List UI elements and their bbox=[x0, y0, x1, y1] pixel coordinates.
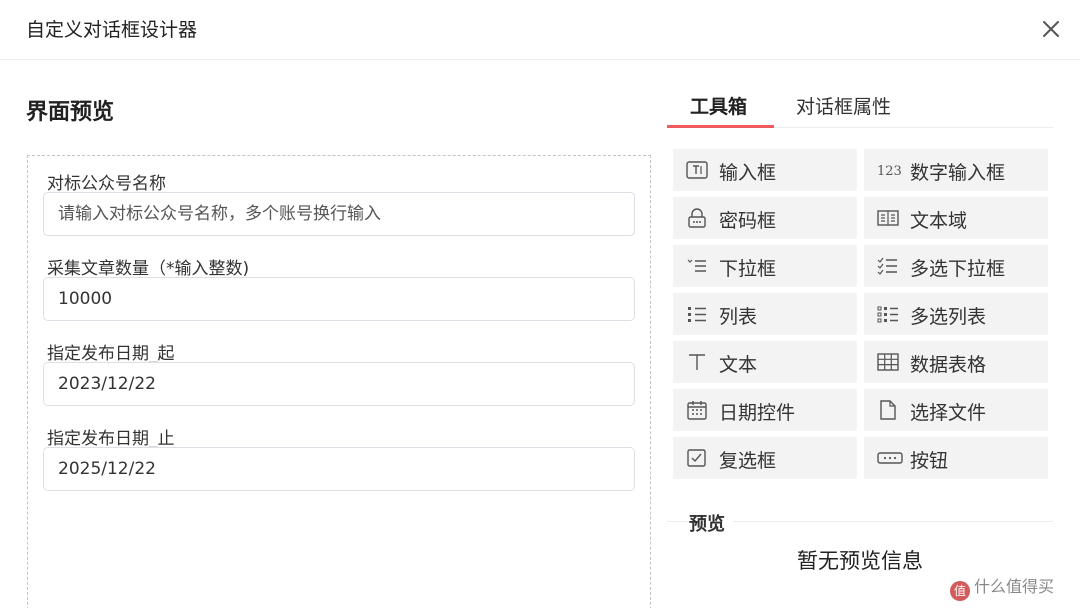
tool-input-box[interactable]: 输入框 bbox=[673, 149, 857, 191]
tool-select-file[interactable]: 选择文件 bbox=[864, 389, 1048, 431]
checkbox-icon bbox=[686, 448, 708, 468]
tool-multi-dropdown[interactable]: 多选下拉框 bbox=[864, 245, 1048, 287]
start-date-input[interactable]: 2023/12/22 bbox=[43, 362, 635, 406]
tool-label: 文本 bbox=[719, 354, 758, 376]
tool-label: 数字输入框 bbox=[910, 162, 1006, 184]
field-label-article-count: 采集文章数量（*输入整数) bbox=[47, 259, 250, 279]
tab-dialog-properties[interactable]: 对话框属性 bbox=[796, 92, 891, 119]
tool-list[interactable]: 列表 bbox=[673, 293, 857, 335]
tool-label: 下拉框 bbox=[719, 258, 777, 280]
tool-button[interactable]: 按钮 bbox=[864, 437, 1048, 479]
end-date-input[interactable]: 2025/12/22 bbox=[43, 447, 635, 491]
dropdown-list-icon bbox=[686, 256, 708, 276]
file-icon bbox=[877, 400, 899, 420]
dialog-titlebar: 自定义对话框设计器 bbox=[0, 0, 1080, 60]
article-count-input[interactable]: 10000 bbox=[43, 277, 635, 321]
tool-checkbox[interactable]: 复选框 bbox=[673, 437, 857, 479]
tool-label: 日期控件 bbox=[719, 402, 796, 424]
tool-textarea[interactable]: 文本域 bbox=[864, 197, 1048, 239]
section-title: 界面预览 bbox=[26, 100, 115, 125]
preview-empty-text: 暂无预览信息 bbox=[797, 549, 923, 573]
account-name-input[interactable]: 请输入对标公众号名称，多个账号换行输入 bbox=[43, 192, 635, 236]
tool-label: 按钮 bbox=[910, 450, 949, 472]
tool-label: 多选列表 bbox=[910, 306, 987, 328]
tool-text[interactable]: 文本 bbox=[673, 341, 857, 383]
text-t-icon bbox=[686, 352, 708, 372]
tool-data-table[interactable]: 数据表格 bbox=[864, 341, 1048, 383]
tool-label: 列表 bbox=[719, 306, 758, 328]
tool-label: 选择文件 bbox=[910, 402, 987, 424]
multi-list-icon bbox=[877, 304, 899, 324]
field-label-end-date: 指定发布日期_止 bbox=[47, 429, 175, 449]
preview-title: 预览 bbox=[689, 510, 733, 536]
tab-toolbox[interactable]: 工具箱 bbox=[690, 92, 747, 119]
watermark-badge: 值 bbox=[950, 581, 970, 601]
dialog-title: 自定义对话框设计器 bbox=[26, 19, 198, 41]
field-label-start-date: 指定发布日期_起 bbox=[47, 344, 175, 364]
tool-label: 复选框 bbox=[719, 450, 777, 472]
watermark: 值什么值得买 bbox=[950, 573, 1054, 601]
close-icon[interactable] bbox=[1036, 14, 1066, 44]
tool-label: 输入框 bbox=[719, 162, 777, 184]
list-icon bbox=[686, 304, 708, 324]
tool-dropdown[interactable]: 下拉框 bbox=[673, 245, 857, 287]
active-tab-indicator bbox=[667, 125, 774, 128]
tool-multi-list[interactable]: 多选列表 bbox=[864, 293, 1048, 335]
watermark-text: 什么值得买 bbox=[974, 577, 1055, 596]
tool-label: 数据表格 bbox=[910, 354, 987, 376]
tool-label: 密码框 bbox=[719, 210, 777, 232]
tool-date-picker[interactable]: 日期控件 bbox=[673, 389, 857, 431]
checklist-icon bbox=[877, 256, 899, 276]
number-icon: 123 bbox=[877, 160, 902, 180]
table-grid-icon bbox=[877, 352, 899, 372]
input-box-icon bbox=[686, 160, 708, 180]
tool-password[interactable]: 密码框 bbox=[673, 197, 857, 239]
lock-icon bbox=[686, 208, 708, 228]
book-icon bbox=[877, 208, 899, 228]
svg-text:123: 123 bbox=[877, 164, 902, 179]
tool-label: 多选下拉框 bbox=[910, 258, 1006, 280]
tool-label: 文本域 bbox=[910, 210, 968, 232]
button-icon bbox=[877, 448, 903, 468]
field-label-account-name: 对标公众号名称 bbox=[47, 174, 166, 194]
tool-number-input[interactable]: 123 数字输入框 bbox=[864, 149, 1048, 191]
tab-bar: 工具箱 对话框属性 bbox=[667, 88, 1053, 128]
calendar-icon bbox=[686, 400, 708, 420]
